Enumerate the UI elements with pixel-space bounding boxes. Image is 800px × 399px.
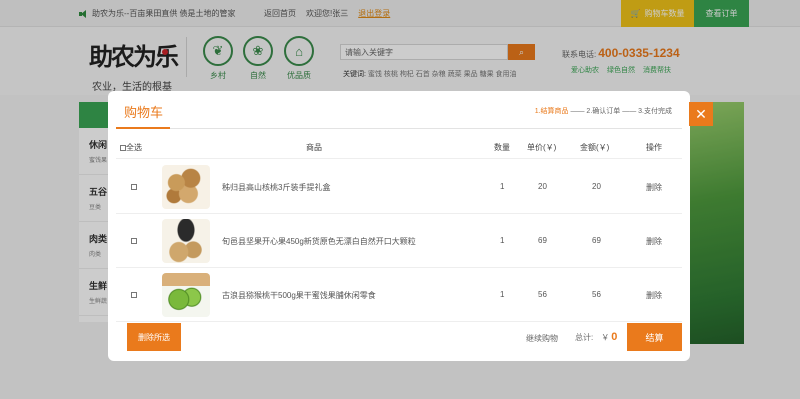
col-amount: 金额(￥): [580, 143, 610, 152]
step: 2.确认订单: [586, 108, 621, 115]
checkout-button[interactable]: 结算: [627, 323, 682, 351]
modal-title: 购物车: [124, 105, 164, 120]
product-name[interactable]: 秭归县高山核桃3斤装手提礼盒: [222, 182, 330, 193]
row-checkbox[interactable]: [131, 292, 137, 298]
product-name[interactable]: 古浪县猕猴桃干500g果干蜜饯果脯休闲零食: [222, 290, 376, 301]
col-action: 操作: [646, 143, 662, 152]
product-price: 20: [538, 182, 547, 191]
select-all-label: 全选: [126, 143, 142, 152]
delete-link[interactable]: 删除: [646, 290, 662, 301]
col-product: 商品: [306, 143, 322, 152]
continue-shopping-link[interactable]: 继续购物: [526, 333, 558, 344]
col-qty: 数量: [494, 143, 510, 152]
cart-total: 总计: ￥ 0: [575, 331, 617, 343]
delete-link[interactable]: 删除: [646, 182, 662, 193]
table-header: 全选 商品 数量 单价(￥) 金额(￥) 操作: [116, 139, 682, 159]
kiwi-image[interactable]: [162, 273, 210, 317]
row-checkbox[interactable]: [131, 184, 137, 190]
step-current: 1.结算商品: [534, 108, 569, 115]
product-name[interactable]: 旬邑县坚果开心果450g新货原色无漂白自然开口大颗粒: [222, 236, 416, 247]
pistachio-image[interactable]: [162, 219, 210, 263]
cart-modal: 购物车 1.结算商品 —— 2.确认订单 —— 3.支付完成 全选 商品 数量 …: [108, 91, 690, 361]
row-checkbox[interactable]: [131, 238, 137, 244]
delete-selected-button[interactable]: 删除所选: [127, 323, 181, 351]
product-amount: 69: [592, 236, 601, 245]
product-price: 69: [538, 236, 547, 245]
delete-link[interactable]: 删除: [646, 236, 662, 247]
product-qty: 1: [500, 236, 505, 245]
checkout-steps: 1.结算商品 —— 2.确认订单 —— 3.支付完成: [534, 108, 672, 115]
table-row: 秭归县高山核桃3斤装手提礼盒 1 20 20 删除: [116, 160, 682, 214]
product-qty: 1: [500, 182, 505, 191]
table-row: 古浪县猕猴桃干500g果干蜜饯果脯休闲零食 1 56 56 删除: [116, 268, 682, 322]
select-all[interactable]: 全选: [120, 142, 142, 153]
product-amount: 20: [592, 182, 601, 191]
table-row: 旬邑县坚果开心果450g新货原色无漂白自然开口大颗粒 1 69 69 删除: [116, 214, 682, 268]
header-separator: [116, 128, 682, 129]
cart-footer: 删除所选 继续购物 总计: ￥ 0 结算: [116, 323, 682, 353]
title-underline: [116, 127, 170, 129]
col-price: 单价(￥): [527, 143, 557, 152]
currency-symbol: ￥: [601, 333, 610, 342]
close-icon[interactable]: ✕: [689, 102, 713, 126]
step: 3.支付完成: [638, 108, 672, 115]
walnut-image[interactable]: [162, 165, 210, 209]
total-amount: 0: [611, 331, 618, 343]
product-price: 56: [538, 290, 547, 299]
total-label: 总计:: [575, 333, 594, 342]
product-qty: 1: [500, 290, 505, 299]
product-amount: 56: [592, 290, 601, 299]
